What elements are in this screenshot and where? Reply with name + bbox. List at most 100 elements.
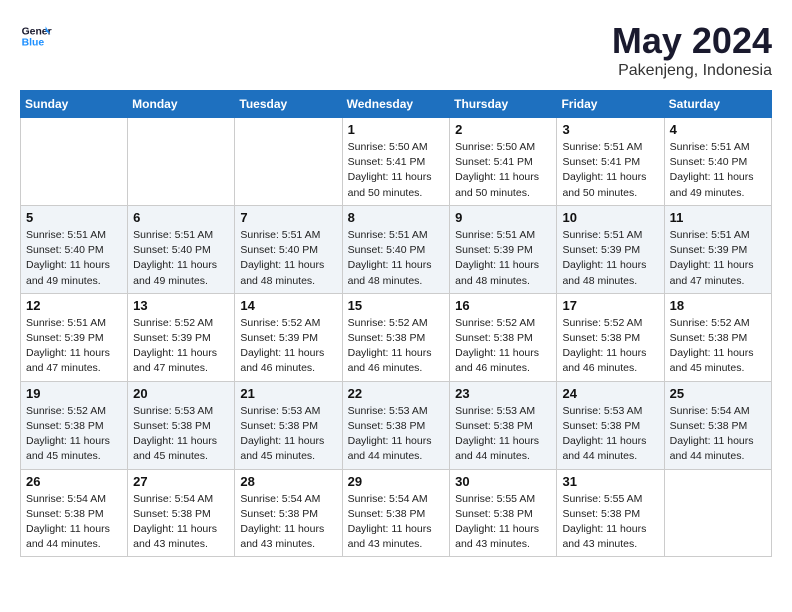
day-number: 19 [26,386,122,401]
calendar-cell [664,469,771,557]
day-number: 12 [26,298,122,313]
weekday-header: Saturday [664,91,771,118]
calendar-cell: 17Sunrise: 5:52 AMSunset: 5:38 PMDayligh… [557,293,664,381]
day-number: 20 [133,386,229,401]
day-info: Sunrise: 5:51 AMSunset: 5:39 PMDaylight:… [670,228,766,289]
day-info: Sunrise: 5:51 AMSunset: 5:40 PMDaylight:… [348,228,445,289]
calendar-cell: 6 Sunrise: 5:51 AMSunset: 5:40 PMDaylight… [128,205,235,293]
calendar-cell: 15 Sunrise: 5:52 AMSunset: 5:38 PMDayligh… [342,293,450,381]
calendar-cell: 19 Sunrise: 5:52 AMSunset: 5:38 PMDayligh… [21,381,128,469]
day-info: Sunrise: 5:52 AMSunset: 5:39 PMDaylight:… [240,316,336,377]
day-info: Sunrise: 5:53 AMSunset: 5:38 PMDaylight:… [455,404,551,465]
day-info: Sunrise: 5:52 AMSunset: 5:38 PMDaylight:… [455,316,551,377]
day-info: Sunrise: 5:54 AMSunset: 5:38 PMDaylight:… [26,492,122,553]
day-number: 27 [133,474,229,489]
day-info: Sunrise: 5:55 AMSunset: 5:38 PMDaylight:… [562,492,658,553]
day-info: Sunrise: 5:52 AMSunset: 5:38 PMDaylight:… [670,316,766,377]
day-info: Sunrise: 5:52 AMSunset: 5:38 PMDaylight:… [26,404,122,465]
day-info: Sunrise: 5:52 AMSunset: 5:38 PMDaylight:… [348,316,445,377]
day-info: Sunrise: 5:51 AMSunset: 5:40 PMDaylight:… [240,228,336,289]
day-number: 3 [562,122,658,137]
day-number: 1 [348,122,445,137]
day-number: 10 [562,210,658,225]
weekday-header: Sunday [21,91,128,118]
day-number: 5 [26,210,122,225]
day-number: 11 [670,210,766,225]
calendar-cell: 4 Sunrise: 5:51 AMSunset: 5:40 PMDaylight… [664,118,771,206]
calendar-cell: 1 Sunrise: 5:50 AMSunset: 5:41 PMDaylight… [342,118,450,206]
day-number: 30 [455,474,551,489]
day-number: 4 [670,122,766,137]
calendar-cell: 9 Sunrise: 5:51 AMSunset: 5:39 PMDaylight… [450,205,557,293]
weekday-header: Wednesday [342,91,450,118]
calendar-cell [235,118,342,206]
day-info: Sunrise: 5:54 AMSunset: 5:38 PMDaylight:… [670,404,766,465]
day-number: 2 [455,122,551,137]
weekday-header: Tuesday [235,91,342,118]
calendar-cell: 11 Sunrise: 5:51 AMSunset: 5:39 PMDayligh… [664,205,771,293]
calendar-cell: 28Sunrise: 5:54 AMSunset: 5:38 PMDayligh… [235,469,342,557]
calendar-cell: 29 Sunrise: 5:54 AMSunset: 5:38 PMDayligh… [342,469,450,557]
day-info: Sunrise: 5:51 AMSunset: 5:39 PMDaylight:… [455,228,551,289]
day-number: 23 [455,386,551,401]
calendar-cell: 31 Sunrise: 5:55 AMSunset: 5:38 PMDayligh… [557,469,664,557]
calendar-cell: 24Sunrise: 5:53 AMSunset: 5:38 PMDayligh… [557,381,664,469]
logo-icon: General Blue [20,20,52,52]
day-info: Sunrise: 5:51 AMSunset: 5:39 PMDaylight:… [26,316,122,377]
subtitle: Pakenjeng, Indonesia [612,62,772,80]
page-header: General Blue May 2024 Pakenjeng, Indones… [20,20,772,80]
day-number: 14 [240,298,336,313]
calendar-cell: 18 Sunrise: 5:52 AMSunset: 5:38 PMDayligh… [664,293,771,381]
main-title: May 2024 [612,20,772,62]
calendar-cell: 21 Sunrise: 5:53 AMSunset: 5:38 PMDayligh… [235,381,342,469]
calendar-cell: 12 Sunrise: 5:51 AMSunset: 5:39 PMDayligh… [21,293,128,381]
logo: General Blue [20,20,52,52]
calendar-cell: 8Sunrise: 5:51 AMSunset: 5:40 PMDaylight… [342,205,450,293]
day-info: Sunrise: 5:51 AMSunset: 5:40 PMDaylight:… [670,140,766,201]
day-number: 29 [348,474,445,489]
calendar-cell: 10 Sunrise: 5:51 AMSunset: 5:39 PMDayligh… [557,205,664,293]
calendar-cell: 14 Sunrise: 5:52 AMSunset: 5:39 PMDayligh… [235,293,342,381]
day-number: 9 [455,210,551,225]
calendar-cell: 23 Sunrise: 5:53 AMSunset: 5:38 PMDayligh… [450,381,557,469]
day-info: Sunrise: 5:51 AMSunset: 5:40 PMDaylight:… [133,228,229,289]
day-info: Sunrise: 5:54 AMSunset: 5:38 PMDaylight:… [133,492,229,553]
calendar-cell: 2 Sunrise: 5:50 AMSunset: 5:41 PMDaylight… [450,118,557,206]
weekday-header: Monday [128,91,235,118]
calendar-cell [128,118,235,206]
weekday-header: Thursday [450,91,557,118]
calendar-cell: 25 Sunrise: 5:54 AMSunset: 5:38 PMDayligh… [664,381,771,469]
day-info: Sunrise: 5:52 AMSunset: 5:39 PMDaylight:… [133,316,229,377]
day-number: 16 [455,298,551,313]
calendar-table: SundayMondayTuesdayWednesdayThursdayFrid… [20,90,772,557]
day-number: 15 [348,298,445,313]
calendar-cell: 27 Sunrise: 5:54 AMSunset: 5:38 PMDayligh… [128,469,235,557]
calendar-cell: 20 Sunrise: 5:53 AMSunset: 5:38 PMDayligh… [128,381,235,469]
calendar-cell: 7 Sunrise: 5:51 AMSunset: 5:40 PMDaylight… [235,205,342,293]
calendar-cell: 3 Sunrise: 5:51 AMSunset: 5:41 PMDaylight… [557,118,664,206]
day-info: Sunrise: 5:50 AMSunset: 5:41 PMDaylight:… [348,140,445,201]
day-info: Sunrise: 5:51 AMSunset: 5:39 PMDaylight:… [562,228,658,289]
day-number: 22 [348,386,445,401]
day-info: Sunrise: 5:53 AMSunset: 5:38 PMDaylight:… [240,404,336,465]
calendar-cell [21,118,128,206]
calendar-cell: 16 Sunrise: 5:52 AMSunset: 5:38 PMDayligh… [450,293,557,381]
day-number: 18 [670,298,766,313]
day-info: Sunrise: 5:54 AMSunset: 5:38 PMDaylight:… [348,492,445,553]
weekday-header: Friday [557,91,664,118]
day-number: 7 [240,210,336,225]
day-number: 24 [562,386,658,401]
calendar-cell: 13Sunrise: 5:52 AMSunset: 5:39 PMDayligh… [128,293,235,381]
title-block: May 2024 Pakenjeng, Indonesia [612,20,772,80]
day-number: 6 [133,210,229,225]
day-info: Sunrise: 5:54 AMSunset: 5:38 PMDaylight:… [240,492,336,553]
calendar-cell: 22Sunrise: 5:53 AMSunset: 5:38 PMDayligh… [342,381,450,469]
day-number: 25 [670,386,766,401]
day-number: 21 [240,386,336,401]
day-number: 17 [562,298,658,313]
day-number: 26 [26,474,122,489]
day-info: Sunrise: 5:53 AMSunset: 5:38 PMDaylight:… [133,404,229,465]
day-number: 31 [562,474,658,489]
day-info: Sunrise: 5:50 AMSunset: 5:41 PMDaylight:… [455,140,551,201]
day-info: Sunrise: 5:51 AMSunset: 5:41 PMDaylight:… [562,140,658,201]
